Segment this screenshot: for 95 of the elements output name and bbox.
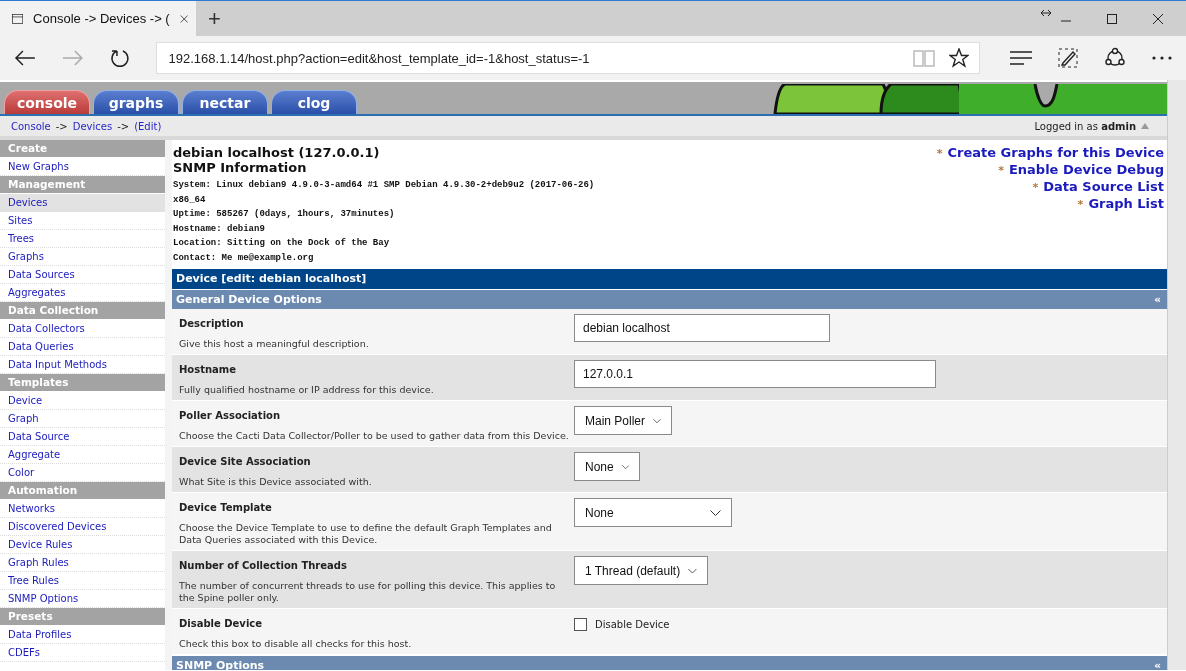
sidebar-header: Presets xyxy=(0,608,165,626)
field-help-text: The number of concurrent threads to use for polling this device. This applies to the Spine poller only. xyxy=(179,580,557,604)
snmp-info-line: Contact: Me me@example.org xyxy=(173,251,315,265)
field-help-text: Choose the Device Template to use to define the default Graph Templates and Data Queries associated with this Device. xyxy=(179,522,553,546)
chevron-down-icon xyxy=(688,567,697,574)
sidebar-item[interactable]: CDEFs xyxy=(0,644,165,662)
sidebar-item[interactable]: Graph xyxy=(0,410,165,428)
snmp-info-line: x86_64 xyxy=(173,193,207,207)
sidebar-item[interactable]: Graphs xyxy=(0,248,165,266)
app-tab[interactable]: clog xyxy=(271,90,357,114)
dropdown[interactable]: None xyxy=(574,498,732,527)
browser-tab[interactable]: Console -> Devices -> ( xyxy=(0,1,196,36)
dropdown[interactable]: 1 Thread (default) xyxy=(574,556,708,585)
field-label: Number of Collection Threads xyxy=(179,560,348,571)
snmp-info-line: Location: Sitting on the Dock of the Bay xyxy=(173,237,391,250)
scrollbar[interactable] xyxy=(1167,80,1186,670)
sidebar-item[interactable]: Graph Rules xyxy=(0,554,165,572)
refresh-icon[interactable] xyxy=(109,48,130,68)
more-icon[interactable] xyxy=(1152,56,1172,60)
field-help-text: Fully qualified hostname or IP address for this device. xyxy=(179,384,435,396)
field-label: Description xyxy=(179,318,245,329)
field-label: Hostname xyxy=(179,364,238,375)
close-icon[interactable] xyxy=(1152,12,1164,25)
pen-note-icon[interactable] xyxy=(1058,48,1078,68)
dropdown[interactable]: None xyxy=(574,452,640,481)
field-label: Device Site Association xyxy=(179,456,312,467)
sidebar-item[interactable]: Aggregate xyxy=(0,446,165,464)
dropdown[interactable]: Main Poller xyxy=(574,406,672,435)
breadcrumb-link[interactable]: Console xyxy=(11,120,51,132)
sidebar-item[interactable]: Data Queries xyxy=(0,338,165,356)
section-title: SNMP Information xyxy=(173,160,308,175)
form-title-bar: Device [edit: debian localhost] xyxy=(172,269,1167,289)
app-tab[interactable]: graphs xyxy=(93,90,179,114)
field-label: Disable Device xyxy=(179,618,264,629)
app-tab[interactable]: nectar xyxy=(182,90,268,114)
chevron-down-icon xyxy=(621,463,629,470)
device-title: debian localhost (127.0.0.1) xyxy=(173,145,381,160)
sidebar-item[interactable]: Data Source xyxy=(0,428,165,446)
sidebar-header: Automation xyxy=(0,482,165,500)
maximize-icon[interactable] xyxy=(1106,12,1118,25)
action-link[interactable]: Graph List xyxy=(1088,196,1164,211)
text-field[interactable]: 127.0.0.1 xyxy=(574,360,936,388)
snmp-info-line: Hostname: debian9 xyxy=(173,222,266,236)
field-label: Device Template xyxy=(179,502,273,513)
star-icon[interactable] xyxy=(949,48,969,68)
window-icon xyxy=(12,11,24,26)
section-header-bar[interactable]: General Device Options « xyxy=(172,289,1167,309)
text-field[interactable]: debian localhost xyxy=(574,314,830,342)
resize-icon xyxy=(1040,9,1052,17)
sidebar-header: Templates xyxy=(0,374,165,392)
tab-title: Console -> Devices -> ( xyxy=(33,11,170,26)
menu-lines-icon[interactable] xyxy=(1010,51,1032,65)
sidebar-item[interactable]: Data Collectors xyxy=(0,320,165,338)
breadcrumb-separator: -> xyxy=(55,120,68,132)
sidebar-item[interactable]: Data Sources xyxy=(0,266,165,284)
chevron-down-icon xyxy=(653,417,661,424)
bullet-mark: * xyxy=(1077,198,1084,211)
chevron-down-icon xyxy=(710,509,721,516)
checkbox[interactable] xyxy=(574,618,587,631)
sidebar-item[interactable]: Discovered Devices xyxy=(0,518,165,536)
action-link[interactable]: Create Graphs for this Device xyxy=(947,145,1164,160)
sidebar-item[interactable]: Device Rules xyxy=(0,536,165,554)
logged-in-text: Logged in as admin xyxy=(1034,120,1136,132)
field-help-text: Choose the Cacti Data Collector/Poller to be used to gather data from this Device. xyxy=(179,430,570,442)
share-icon[interactable] xyxy=(1104,47,1126,69)
sidebar-item[interactable]: Tree Rules xyxy=(0,572,165,590)
sidebar-item[interactable]: Devices xyxy=(0,194,165,212)
sidebar-item[interactable]: Data Profiles xyxy=(0,626,165,644)
bullet-mark: * xyxy=(998,164,1004,177)
close-icon[interactable] xyxy=(179,12,188,25)
breadcrumb-link[interactable]: Devices xyxy=(72,120,113,132)
sidebar-header: Create xyxy=(0,140,165,158)
action-link[interactable]: Data Source List xyxy=(1043,179,1164,194)
sidebar-item[interactable]: Networks xyxy=(0,500,165,518)
field-help-text: Give this host a meaningful description. xyxy=(179,338,370,350)
sidebar-header: Management xyxy=(0,176,165,194)
sidebar-item[interactable]: Trees xyxy=(0,230,165,248)
field-help-text: Check this box to disable all checks for this host. xyxy=(179,638,413,650)
field-help-text: What Site is this Device associated with. xyxy=(179,476,373,488)
snmp-info-line: Uptime: 585267 (0days, 1hours, 37minutes) xyxy=(173,208,396,221)
new-tab-button[interactable]: + xyxy=(196,1,233,36)
address-bar[interactable]: 192.168.1.14/host.php?action=edit&host_template_id=-1&host_status=-1 xyxy=(155,42,980,74)
sidebar-item[interactable]: Sites xyxy=(0,212,165,230)
snmp-info-line: System: Linux debian9 4.9.0-3-amd64 #1 SMP Debian 4.9.30-2+deb9u2 (2017-06-26) xyxy=(173,179,595,192)
sidebar-header: Data Collection xyxy=(0,302,165,320)
sidebar-item[interactable]: Device xyxy=(0,392,165,410)
breadcrumb-link[interactable]: (Edit) xyxy=(134,120,162,132)
back-arrow-icon[interactable] xyxy=(14,49,36,67)
field-label: Poller Association xyxy=(179,410,282,421)
bullet-mark: * xyxy=(936,147,943,160)
app-tab[interactable]: console xyxy=(4,90,90,114)
action-link[interactable]: Enable Device Debug xyxy=(1008,162,1164,177)
checkbox-label[interactable]: Disable Device xyxy=(595,619,670,630)
breadcrumb-separator: -> xyxy=(117,120,130,132)
bullet-mark: * xyxy=(1032,181,1039,194)
